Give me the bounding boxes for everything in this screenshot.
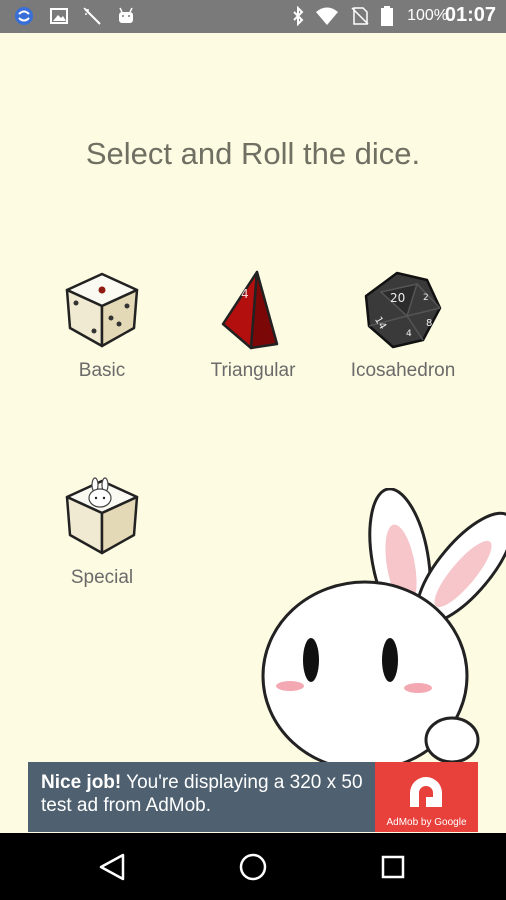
die-special[interactable]: Special bbox=[27, 477, 177, 589]
back-icon bbox=[99, 853, 125, 881]
recents-icon bbox=[381, 855, 405, 879]
status-bar: 100% 01:07 bbox=[0, 0, 506, 33]
ad-banner[interactable]: Nice job! You're displaying a 320 x 50 t… bbox=[28, 762, 478, 832]
die-basic[interactable]: Basic bbox=[27, 270, 177, 382]
icosahedron-face-2: 2 bbox=[423, 293, 429, 303]
die-label-icosahedron: Icosahedron bbox=[350, 360, 456, 381]
icosahedron-face-8: 8 bbox=[426, 318, 432, 329]
icosahedron-die-icon: 20 14 8 2 4 bbox=[364, 271, 442, 349]
battery-level: 100% bbox=[407, 7, 448, 24]
die-label-triangular: Triangular bbox=[210, 360, 296, 381]
page-title: Select and Roll the dice. bbox=[85, 136, 421, 171]
die-label-special: Special bbox=[70, 567, 134, 588]
icosahedron-face-4: 4 bbox=[406, 329, 412, 339]
basic-die-icon bbox=[65, 272, 139, 348]
triangular-face-number: 4 bbox=[241, 287, 249, 301]
sync-icon bbox=[15, 7, 33, 25]
admob-caption: AdMob by Google bbox=[386, 817, 467, 828]
app-content: Select and Roll the dice. Basic 4 Triang… bbox=[0, 33, 506, 833]
home-icon bbox=[239, 853, 267, 881]
special-die-icon bbox=[65, 477, 139, 555]
no-sim-icon bbox=[351, 7, 369, 25]
die-label-basic: Basic bbox=[78, 360, 126, 381]
admob-icon bbox=[410, 777, 442, 807]
ad-headline: Nice job! bbox=[41, 772, 122, 793]
android-icon bbox=[119, 7, 133, 23]
die-icosahedron[interactable]: 20 14 8 2 4 Icosahedron bbox=[328, 270, 478, 382]
home-button[interactable] bbox=[236, 850, 270, 884]
recents-button[interactable] bbox=[376, 850, 410, 884]
bluetooth-icon bbox=[293, 6, 304, 26]
clock: 01:07 bbox=[444, 4, 496, 26]
bunny-mascot-illustration bbox=[261, 488, 506, 768]
triangular-die-icon: 4 bbox=[221, 270, 279, 350]
ad-text: Nice job! You're displaying a 320 x 50 t… bbox=[41, 771, 376, 817]
icosahedron-face-20: 20 bbox=[390, 291, 405, 305]
battery-icon bbox=[381, 6, 393, 26]
nav-bar bbox=[0, 833, 506, 900]
admob-logo: AdMob by Google bbox=[375, 762, 478, 832]
wifi-icon bbox=[316, 7, 338, 25]
die-triangular[interactable]: 4 Triangular bbox=[178, 270, 328, 382]
back-button[interactable] bbox=[95, 850, 129, 884]
magic-wand-icon bbox=[83, 7, 101, 25]
image-icon bbox=[50, 8, 68, 24]
